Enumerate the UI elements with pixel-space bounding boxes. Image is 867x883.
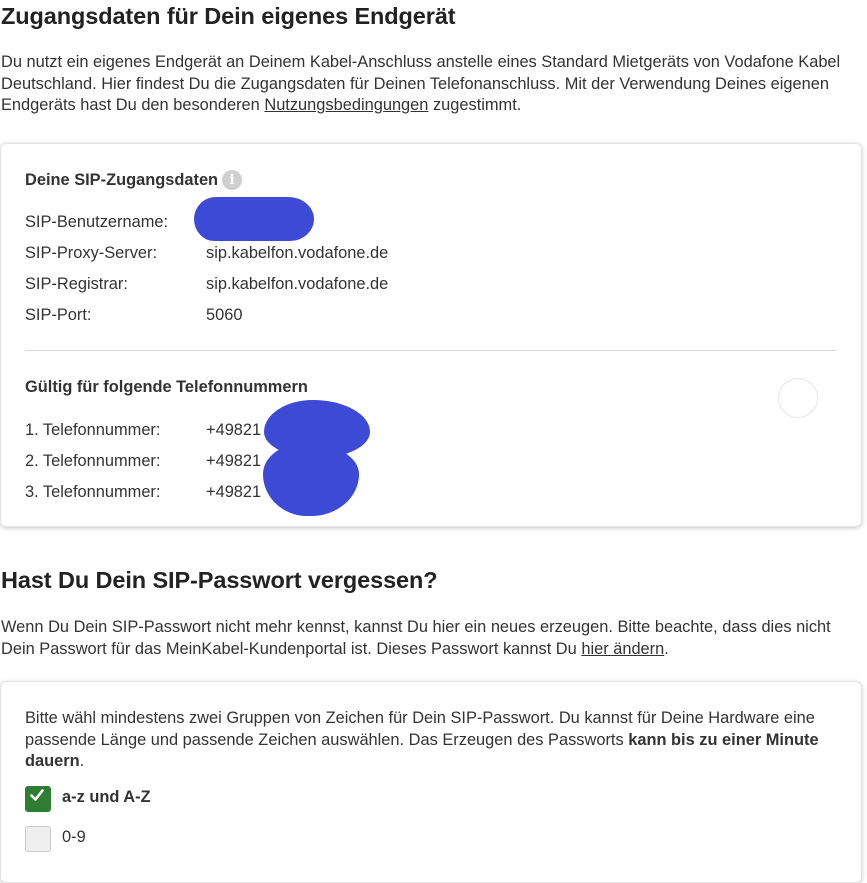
nutzungsbedingungen-link[interactable]: Nutzungsbedingungen [264,96,428,114]
sip-port-value: 5060 [206,306,243,324]
page-title: Zugangsdaten für Dein eigenes Endgerät [1,3,456,29]
password-generator-card: Bitte wähl mindestens zwei Gruppen von Z… [0,681,862,883]
sip-username-label: SIP-Benutzername: [25,213,169,231]
password-instructions: Bitte wähl mindestens zwei Gruppen von Z… [25,708,825,773]
phone-redaction-bottom [263,444,359,516]
password-section-text: Wenn Du Dein SIP-Passwort nicht mehr ken… [1,617,861,660]
digits-checkbox[interactable] [25,826,51,852]
letters-checkbox[interactable] [25,786,51,812]
phone-number-2-value: +49821 [206,452,262,470]
hier-aendern-link[interactable]: hier ändern [581,640,664,658]
sip-proxy-value: sip.kabelfon.vodafone.de [206,244,389,262]
phone-numbers-title: Gültig für folgende Telefonnummern [25,378,308,396]
digits-checkbox-label[interactable]: 0-9 [62,828,86,847]
card-divider [25,350,837,351]
info-icon[interactable]: i [222,170,243,190]
sip-port-label: SIP-Port: [25,306,92,324]
password-section-title: Hast Du Dein SIP-Passwort vergessen? [1,567,438,593]
sip-card-title: Deine SIP-Zugangsdaten i [25,170,243,190]
intro-text: Du nutzt ein eigenes Endgerät an Deinem … [1,52,861,117]
password-text-part1: Wenn Du Dein SIP-Passwort nicht mehr ken… [1,618,831,658]
username-redaction [194,197,314,241]
checkmark-icon [30,789,44,801]
sip-card-title-text: Deine SIP-Zugangsdaten [25,171,219,189]
phone-number-1-value: +49821 [206,421,262,439]
phone-number-1-label: 1. Telefonnummer: [25,421,161,439]
sip-credentials-card: Deine SIP-Zugangsdaten i SIP-Benutzername… [0,143,862,527]
sip-registrar-value: sip.kabelfon.vodafone.de [206,275,389,293]
phone-number-3-value: +49821 [206,483,262,501]
password-instructions-part2: . [79,752,85,770]
password-text-part2: . [664,639,669,658]
sip-registrar-label: SIP-Registrar: [25,275,128,293]
sip-proxy-label: SIP-Proxy-Server: [25,244,158,262]
intro-text-part2: zugestimmt. [428,96,522,114]
phone-number-3-label: 3. Telefonnummer: [25,483,161,501]
circle-button[interactable] [778,378,818,418]
phone-number-2-label: 2. Telefonnummer: [25,452,161,470]
letters-checkbox-label[interactable]: a-z und A-Z [62,788,151,807]
